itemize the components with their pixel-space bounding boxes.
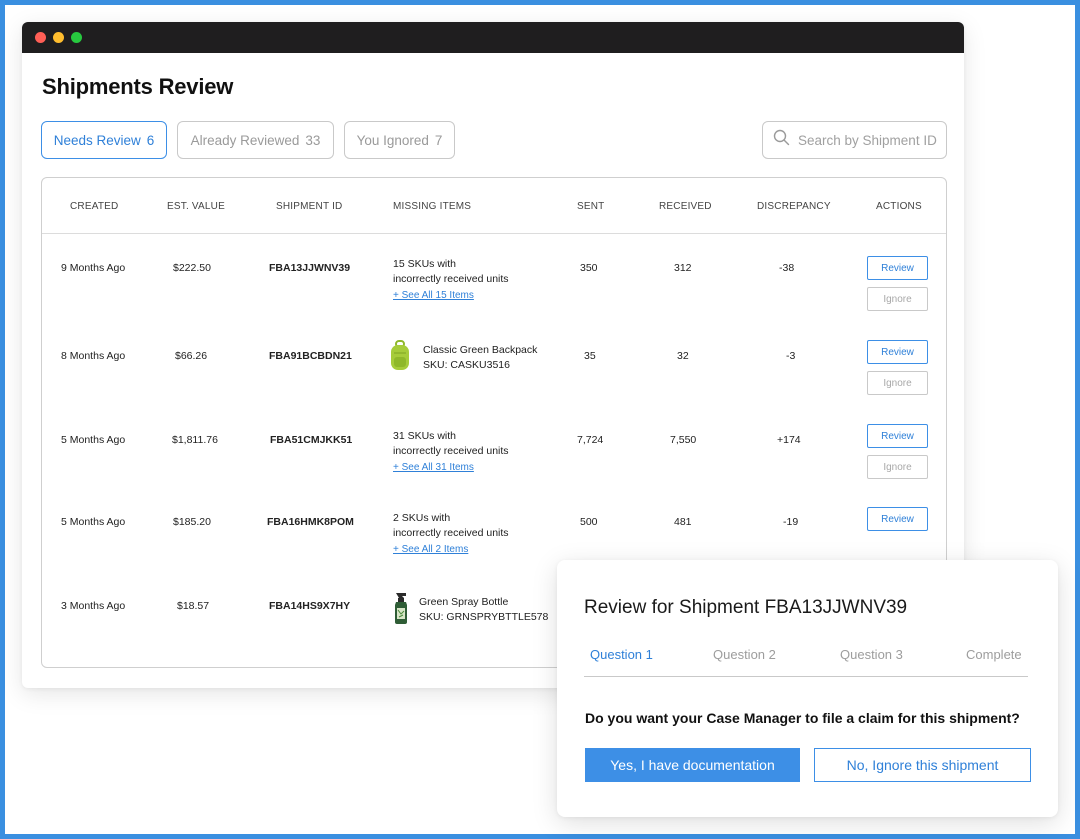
table-row: 9 Months Ago $222.50 FBA13JJWNV39 15 SKU… [42, 248, 946, 332]
step-question-1[interactable]: Question 1 [590, 647, 653, 662]
tab-label: Needs Review [53, 132, 141, 148]
received-cell: 312 [674, 262, 692, 274]
est-value-cell: $66.26 [175, 350, 208, 362]
column-header-est-value: EST. VALUE [167, 200, 225, 212]
ignore-button[interactable]: Ignore [867, 371, 928, 395]
discrepancy-cell: +174 [777, 434, 801, 446]
tab-already-reviewed[interactable]: Already Reviewed 33 [177, 121, 334, 159]
review-panel-title: Review for Shipment FBA13JJWNV39 [584, 597, 908, 618]
missing-summary-detail: incorrectly received units [393, 444, 509, 457]
review-button[interactable]: Review [867, 256, 928, 280]
sent-cell: 350 [580, 262, 598, 274]
missing-summary: 2 SKUs with [393, 512, 451, 524]
shipment-id-cell: FBA51CMJKK51 [270, 434, 353, 446]
tab-count: 6 [146, 132, 155, 148]
see-all-items-link[interactable]: + See All 2 Items [393, 544, 509, 555]
ignore-button[interactable]: Ignore [867, 287, 928, 311]
column-header-sent: SENT [577, 200, 605, 212]
maximize-window-icon[interactable] [71, 32, 82, 43]
missing-items-cell: 2 SKUs with incorrectly received units +… [393, 511, 509, 555]
shipment-id-cell: FBA16HMK8POM [267, 516, 354, 528]
shipment-id-cell: FBA14HS9X7HY [269, 600, 351, 612]
est-value-cell: $18.57 [177, 600, 210, 612]
table-row: 5 Months Ago $1,811.76 FBA51CMJKK51 31 S… [42, 416, 946, 500]
est-value-cell: $222.50 [173, 262, 211, 274]
search-icon [773, 129, 790, 151]
see-all-items-link[interactable]: + See All 15 Items [393, 290, 509, 301]
discrepancy-cell: -38 [779, 262, 795, 274]
table-header: CREATED EST. VALUE SHIPMENT ID MISSING I… [42, 178, 946, 234]
item-sku: SKU: GRNSPRYBTTLE578 [419, 610, 549, 623]
claim-question: Do you want your Case Manager to file a … [585, 710, 1020, 726]
review-button[interactable]: Review [867, 507, 928, 531]
shipment-id-cell: FBA13JJWNV39 [269, 262, 351, 274]
column-header-discrepancy: DISCREPANCY [757, 200, 831, 212]
window-titlebar [22, 22, 964, 53]
missing-item-cell: Green Spray Bottle SKU: GRNSPRYBTTLE578 [419, 595, 548, 624]
missing-summary-detail: incorrectly received units [393, 526, 509, 539]
review-button[interactable]: Review [867, 424, 928, 448]
created-cell: 5 Months Ago [61, 434, 126, 446]
step-question-3[interactable]: Question 3 [840, 647, 903, 662]
missing-items-cell: 31 SKUs with incorrectly received units … [393, 429, 509, 473]
missing-summary: 31 SKUs with [393, 430, 457, 442]
received-cell: 7,550 [670, 434, 697, 446]
close-window-icon[interactable] [35, 32, 46, 43]
search-box[interactable] [762, 121, 947, 159]
tab-label: Already Reviewed [190, 132, 300, 148]
discrepancy-cell: -3 [786, 350, 796, 362]
tab-count: 7 [434, 132, 443, 148]
missing-item-cell: Classic Green Backpack SKU: CASKU3516 [423, 343, 537, 372]
sent-cell: 35 [584, 350, 596, 362]
est-value-cell: $1,811.76 [172, 434, 218, 446]
table-row: 8 Months Ago $66.26 FBA91BCBDN21 Classic… [42, 332, 946, 416]
sent-cell: 7,724 [577, 434, 604, 446]
tab-needs-review[interactable]: Needs Review 6 [41, 121, 167, 159]
created-cell: 3 Months Ago [61, 600, 126, 612]
page-title: Shipments Review [42, 74, 234, 99]
sent-cell: 500 [580, 516, 598, 528]
review-button[interactable]: Review [867, 340, 928, 364]
step-question-2[interactable]: Question 2 [713, 647, 776, 662]
missing-summary-detail: incorrectly received units [393, 272, 509, 285]
minimize-window-icon[interactable] [53, 32, 64, 43]
tab-label: You Ignored [356, 132, 429, 148]
discrepancy-cell: -19 [783, 516, 799, 528]
ignore-shipment-button[interactable]: No, Ignore this shipment [814, 748, 1031, 782]
tab-count: 33 [305, 132, 321, 148]
step-complete[interactable]: Complete [966, 647, 1022, 662]
column-header-shipment-id: SHIPMENT ID [276, 200, 343, 212]
review-panel: Review for Shipment FBA13JJWNV39 Questio… [557, 560, 1058, 817]
tab-you-ignored[interactable]: You Ignored 7 [344, 121, 455, 159]
see-all-items-link[interactable]: + See All 31 Items [393, 462, 509, 473]
column-header-received: RECEIVED [659, 200, 712, 212]
item-name: Green Spray Bottle [419, 596, 509, 608]
column-header-missing-items: MISSING ITEMS [393, 200, 472, 212]
created-cell: 8 Months Ago [61, 350, 126, 362]
backpack-icon [389, 340, 411, 372]
item-name: Classic Green Backpack [423, 344, 538, 356]
column-header-created: CREATED [70, 200, 119, 212]
received-cell: 481 [674, 516, 692, 528]
missing-items-cell: 15 SKUs with incorrectly received units … [393, 257, 509, 301]
spray-bottle-icon [391, 591, 413, 624]
search-input[interactable] [798, 132, 938, 148]
missing-summary: 15 SKUs with [393, 258, 457, 270]
item-sku: SKU: CASKU3516 [423, 358, 510, 371]
received-cell: 32 [677, 350, 689, 362]
created-cell: 9 Months Ago [61, 262, 126, 274]
created-cell: 5 Months Ago [61, 516, 126, 528]
shipment-id-cell: FBA91BCBDN21 [269, 350, 352, 362]
est-value-cell: $185.20 [173, 516, 211, 528]
steps-divider [584, 676, 1028, 677]
column-header-actions: ACTIONS [876, 200, 922, 212]
ignore-button[interactable]: Ignore [867, 455, 928, 479]
yes-documentation-button[interactable]: Yes, I have documentation [585, 748, 800, 782]
